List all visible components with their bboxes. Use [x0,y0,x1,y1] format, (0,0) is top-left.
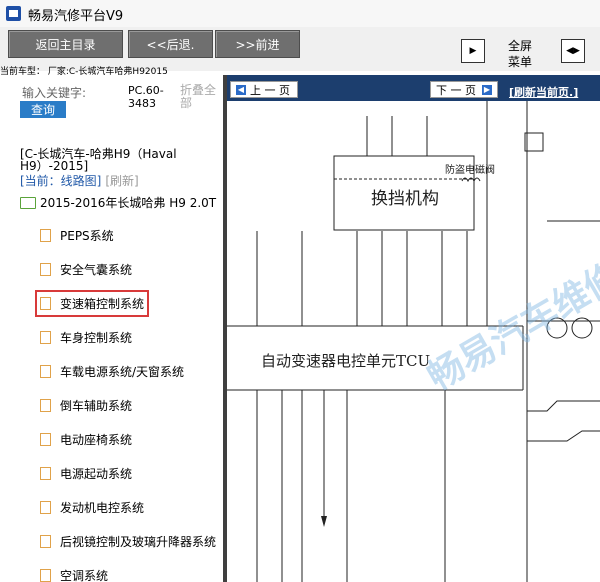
tree-item-label: 空调系统 [60,569,109,582]
tree-item-reverse-assist[interactable]: 倒车辅助系统 [40,397,132,414]
tree-item-air-conditioning[interactable]: 空调系统 [40,567,108,582]
vehicle-path: [C-长城汽车-哈弗H9（Haval H9）-2015] [20,147,177,173]
tree-item-power-seat[interactable]: 电动座椅系统 [40,431,132,448]
window-title: 畅易汽修平台V9 [28,9,124,24]
tree-folder[interactable]: 2015-2016年长城哈弗 H9 2.0T [20,194,216,211]
tree-item-transmission[interactable]: 变速箱控制系统 [34,290,150,317]
tree-item-label: 安全气囊系统 [60,263,133,277]
fullscreen-menu-label[interactable]: 全屏 菜单 [508,38,532,70]
document-icon [40,467,51,480]
document-icon [40,365,51,378]
expand-panels-icon[interactable]: ◀▶ [561,39,585,63]
tree-item-label: 倒车辅助系统 [60,399,133,413]
title-bar: 畅易汽修平台V9 [0,0,600,28]
document-icon [40,433,51,446]
shift-mechanism-label: 换挡机构 [371,189,439,209]
page-code-line1: PC.60- [128,84,164,97]
app-logo-icon [6,6,21,21]
refresh-page-link[interactable]: [刷新当前页.] [509,84,578,100]
tree-item-mirror-window[interactable]: 后视镜控制及玻璃升降器系统 [40,533,216,550]
tree-item-engine-control[interactable]: 发动机电控系统 [40,499,144,516]
folder-icon [20,196,36,209]
search-button[interactable]: 查询 [20,101,66,118]
tree-item-label: 车身控制系统 [60,331,133,345]
tree-item-airbag[interactable]: 安全气囊系统 [40,261,132,278]
viewer-nav-bar: ◀ 上 一 页 下 一 页 ▶ [刷新当前页.] [227,75,600,101]
search-input[interactable]: 输入关键字: [22,84,86,101]
back-to-main-button[interactable]: 返回主目录 [8,30,123,58]
document-icon [40,263,51,276]
tcu-label: 自动变速器电控单元TCU [261,352,430,370]
document-icon [40,297,51,310]
tree-item-label: 后视镜控制及玻璃升降器系统 [60,535,217,549]
collapse-line2: 部 [180,96,193,110]
fullscreen-label-line1: 全屏 [508,39,533,53]
collapse-all-link[interactable]: 折叠全 部 [180,84,216,110]
diagram-viewer: ◀ 上 一 页 下 一 页 ▶ [刷新当前页.] 换挡机构 防盗电磁阀 自动变速… [227,75,600,582]
tree-item-peps[interactable]: PEPS系统 [40,227,114,244]
tree-item-power-start[interactable]: 电源起动系统 [40,465,132,482]
tree-item-label: 变速箱控制系统 [60,297,145,311]
right-arrow-icon: ▶ [482,84,492,95]
prev-page-button[interactable]: ◀ 上 一 页 [230,81,298,98]
crumb-current[interactable]: [当前：线路图] [20,174,101,188]
wiring-diagram: 换挡机构 防盗电磁阀 自动变速器电控单元TCU 畅易汽车维修 [227,101,600,582]
tree-item-body-control[interactable]: 车身控制系统 [40,329,132,346]
fullscreen-icon[interactable]: ▶ [461,39,485,63]
next-page-label: 下 一 页 [436,83,476,97]
document-icon [40,331,51,344]
tree-item-label: 车载电源系统/天窗系统 [60,365,185,379]
page-code: PC.60- 3483 [128,84,164,110]
document-icon [40,501,51,514]
prev-page-label: 上 一 页 [250,83,290,97]
sidebar: 输入关键字: 查询 PC.60- 3483 折叠全 部 [C-长城汽车-哈弗H9… [0,75,223,582]
document-icon [40,569,51,582]
tree-item-label: 发动机电控系统 [60,501,145,515]
next-page-button[interactable]: 下 一 页 ▶ [430,81,498,98]
tree-item-power-sunroof[interactable]: 车载电源系统/天窗系统 [40,363,184,380]
document-icon [40,535,51,548]
watermark: 畅易汽车维修 [421,255,600,399]
tree-item-label: 电动座椅系统 [60,433,133,447]
document-icon [40,399,51,412]
forward-button[interactable]: >>前进 [215,30,300,58]
fullscreen-label-line2: 菜单 [508,55,533,69]
tree-item-label: PEPS系统 [60,229,114,243]
tree-item-label: 电源起动系统 [60,467,133,481]
breadcrumb: [当前：线路图] [刷新] [20,172,139,189]
back-button[interactable]: <<后退. [128,30,213,58]
anti-theft-label: 防盗电磁阀 [445,163,495,176]
left-arrow-icon: ◀ [236,84,246,95]
tree-folder-label: 2015-2016年长城哈弗 H9 2.0T [40,196,217,210]
page-code-line2: 3483 [128,97,156,110]
crumb-refresh[interactable]: [刷新] [105,174,138,188]
document-icon [40,229,51,242]
